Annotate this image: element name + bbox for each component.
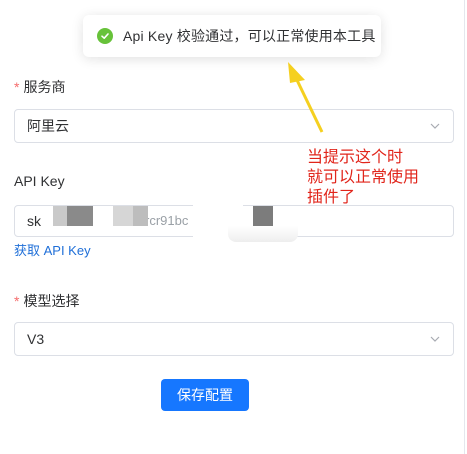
annotation-line: 插件了 bbox=[307, 189, 356, 206]
annotation-line: 当提示这个时 bbox=[307, 149, 404, 166]
settings-page: Api Key 校验通过，可以正常使用本工具 * 服务商 阿里云 API Key … bbox=[0, 0, 467, 454]
annotation-line: 就可以正常使用 bbox=[307, 169, 420, 186]
arrow-annotation-icon bbox=[288, 62, 324, 133]
annotation-text: 当提示这个时 就可以正常使用 插件了 bbox=[307, 148, 457, 208]
